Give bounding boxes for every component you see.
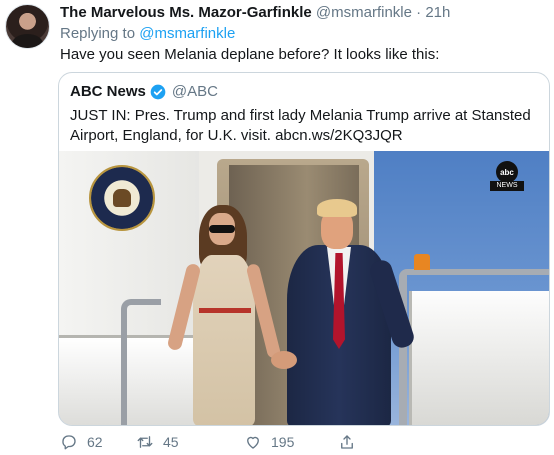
abc-news-watermark: NEWS [490, 181, 524, 191]
quoted-author-name: ABC News [70, 83, 146, 100]
like-count: 195 [271, 434, 295, 450]
tweet-body: The Marvelous Ms. Mazor-Garfinkle @msmar… [60, 4, 546, 64]
author-display-name[interactable]: The Marvelous Ms. Mazor-Garfinkle [60, 4, 312, 21]
tweet-actions: 62 45 195 [58, 432, 478, 452]
presidential-seal [89, 165, 155, 231]
quoted-tweet-header: ABC News @ABC [70, 83, 218, 101]
separator-dot: · [416, 4, 422, 21]
tweet-timestamp[interactable]: 21h [425, 4, 450, 21]
quoted-author-handle: @ABC [171, 83, 218, 100]
held-hands [271, 351, 297, 369]
verified-badge-icon [150, 84, 166, 100]
abc-logo-icon: abc [496, 161, 518, 183]
reply-mention-link[interactable]: @msmarfinkle [139, 25, 235, 42]
reply-button[interactable]: 62 [60, 433, 103, 451]
replying-to: Replying to @msmarfinkle [60, 24, 546, 43]
avatar[interactable] [5, 4, 50, 49]
reply-count: 62 [87, 434, 103, 450]
woman-dress [193, 255, 255, 425]
stair-beacon-light [414, 254, 430, 270]
like-button[interactable]: 195 [244, 433, 294, 451]
replying-to-label: Replying to [60, 25, 136, 42]
handrail-left [121, 299, 161, 425]
handrail-right [399, 269, 549, 425]
tweet-text: Have you seen Melania deplane before? It… [60, 46, 440, 63]
author-handle[interactable]: @msmarfinkle [316, 4, 412, 21]
retweet-count: 45 [163, 434, 179, 450]
retweet-icon [137, 436, 153, 448]
woman-sunglasses [209, 225, 235, 233]
share-button[interactable] [338, 433, 356, 451]
share-icon [341, 435, 353, 449]
quoted-tweet-media[interactable]: abc NEWS [59, 151, 549, 425]
heart-icon [247, 436, 259, 449]
woman-belt [199, 308, 251, 313]
man-hair [317, 199, 357, 217]
seal-eagle [113, 189, 131, 207]
quoted-tweet[interactable]: ABC News @ABC JUST IN: Pres. Trump and f… [58, 72, 550, 426]
avatar-figure [12, 34, 43, 48]
quoted-tweet-text: JUST IN: Pres. Trump and first lady Mela… [70, 107, 531, 144]
retweet-button[interactable]: 45 [136, 433, 179, 451]
tweet-header: The Marvelous Ms. Mazor-Garfinkle @msmar… [60, 4, 546, 22]
reply-icon [62, 435, 76, 450]
